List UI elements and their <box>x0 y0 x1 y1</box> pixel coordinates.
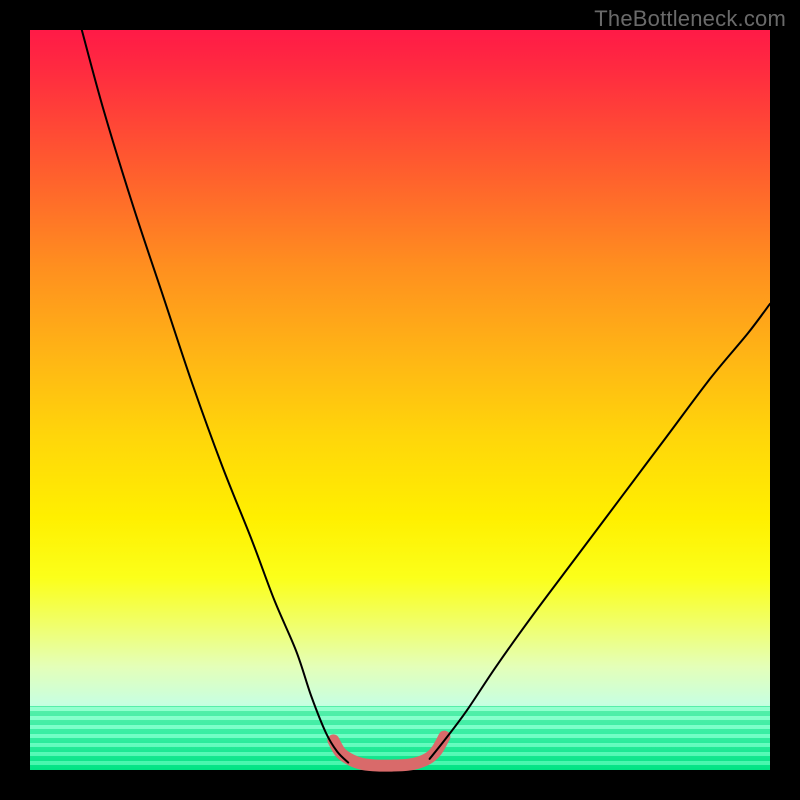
right-curve-path <box>430 304 770 759</box>
valley-highlight-path <box>333 737 444 766</box>
chart-frame: TheBottleneck.com <box>0 0 800 800</box>
chart-svg <box>30 30 770 770</box>
left-curve-path <box>82 30 348 763</box>
watermark-text: TheBottleneck.com <box>594 6 786 32</box>
plot-area <box>30 30 770 770</box>
